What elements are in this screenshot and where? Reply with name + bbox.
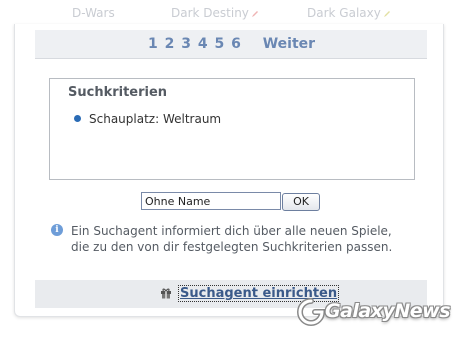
top-tabs: D-Wars Dark Destiny Dark Galaxy [0, 0, 458, 24]
criteria-title: Suchkriterien [68, 85, 168, 100]
page-link-6[interactable]: 6 [231, 36, 241, 52]
agent-name-input[interactable] [141, 192, 281, 210]
criteria-box: Suchkriterien Schauplatz: Weltraum [49, 78, 415, 180]
tab-label: Dark Galaxy [307, 6, 381, 20]
search-agent-card: 1 2 3 4 5 6 Weiter Suchkriterien Schaupl… [14, 24, 444, 317]
galaxynews-watermark: GalaxyNews [295, 296, 453, 330]
watermark-text: GalaxyNews [325, 300, 451, 322]
criteria-item: Schauplatz: Weltraum [74, 112, 221, 126]
criteria-item-label: Schauplatz: Weltraum [89, 112, 222, 126]
bullet-icon [74, 115, 81, 122]
info-text: Ein Suchagent informiert dich über alle … [71, 223, 431, 255]
page-link-4[interactable]: 4 [198, 36, 208, 52]
tab-label: Dark Destiny [171, 6, 249, 20]
info-icon: i [51, 224, 63, 236]
gift-icon [161, 288, 171, 298]
info-line: die zu den von dir festgelegten Suchkrit… [71, 240, 393, 254]
next-page-link[interactable]: Weiter [263, 36, 315, 52]
page-link-3[interactable]: 3 [181, 36, 191, 52]
ok-button[interactable]: OK [282, 193, 320, 211]
page-link-2[interactable]: 2 [165, 36, 175, 52]
tab-dark-galaxy[interactable]: Dark Galaxy [307, 6, 391, 20]
tab-label: D-Wars [72, 6, 115, 20]
pencil-icon [251, 10, 258, 17]
tab-dark-destiny[interactable]: Dark Destiny [171, 6, 259, 20]
info-line: Ein Suchagent informiert dich über alle … [71, 224, 392, 238]
pencil-icon [383, 10, 390, 17]
page-link-5[interactable]: 5 [214, 36, 224, 52]
galaxynews-logo-icon [297, 298, 325, 326]
page-link-1[interactable]: 1 [148, 36, 158, 52]
tab-d-wars[interactable]: D-Wars [72, 6, 115, 20]
pagination: 1 2 3 4 5 6 Weiter [35, 30, 427, 59]
